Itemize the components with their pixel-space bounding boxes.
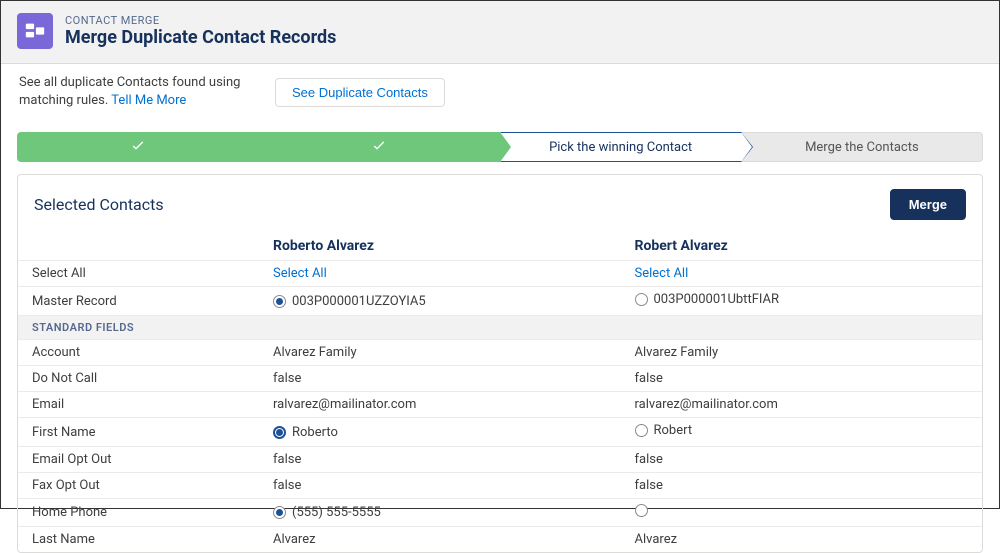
- radio-unselected-icon: [635, 504, 648, 517]
- row-fax-opt-out: Fax Opt Out false false: [18, 473, 982, 499]
- row-label: Home Phone: [18, 499, 259, 527]
- selected-contacts-panel: Selected Contacts Merge Roberto Alvarez …: [17, 174, 983, 553]
- contact-a-header: Roberto Alvarez: [259, 230, 621, 261]
- email-opt-out-b-value: false: [621, 447, 983, 473]
- master-record-a-value: 003P000001UZZOYIA5: [292, 294, 426, 309]
- row-select-all: Select All Select All Select All: [18, 261, 982, 287]
- row-label: Fax Opt Out: [18, 473, 259, 499]
- email-a-value: ralvarez@mailinator.com: [259, 392, 621, 418]
- account-a-value: Alvarez Family: [259, 340, 621, 366]
- progress-step-3-label: Pick the winning Contact: [549, 140, 692, 155]
- select-all-a-link[interactable]: Select All: [273, 266, 327, 281]
- row-label: Last Name: [18, 527, 259, 553]
- last-name-b-value: Alvarez: [621, 527, 983, 553]
- row-label: First Name: [18, 418, 259, 447]
- contact-merge-icon: [17, 13, 53, 49]
- page-title: Merge Duplicate Contact Records: [65, 27, 336, 48]
- account-b-value: Alvarez Family: [621, 340, 983, 366]
- table-header-row: Roberto Alvarez Robert Alvarez: [18, 230, 982, 261]
- row-label: Do Not Call: [18, 366, 259, 392]
- radio-unselected-icon: [635, 424, 648, 437]
- first-name-b-value: Robert: [654, 423, 693, 438]
- row-master-record: Master Record 003P000001UZZOYIA5 003P000…: [18, 287, 982, 316]
- merge-table: Roberto Alvarez Robert Alvarez Select Al…: [18, 230, 982, 552]
- row-first-name: First Name Roberto Robert: [18, 418, 982, 447]
- row-label: Email: [18, 392, 259, 418]
- row-label: Master Record: [18, 287, 259, 316]
- section-standard-fields: STANDARD FIELDS: [18, 316, 982, 340]
- home-phone-b-radio[interactable]: [635, 504, 654, 517]
- row-email: Email ralvarez@mailinator.com ralvarez@m…: [18, 392, 982, 418]
- check-icon: [130, 137, 146, 157]
- do-not-call-b-value: false: [621, 366, 983, 392]
- email-b-value: ralvarez@mailinator.com: [621, 392, 983, 418]
- progress-step-3: Pick the winning Contact: [501, 132, 742, 162]
- master-record-a-radio[interactable]: 003P000001UZZOYIA5: [273, 294, 426, 309]
- radio-selected-icon: [273, 426, 286, 439]
- tell-me-more-link[interactable]: Tell Me More: [111, 93, 186, 108]
- row-email-opt-out: Email Opt Out false false: [18, 447, 982, 473]
- email-opt-out-a-value: false: [259, 447, 621, 473]
- first-name-a-radio[interactable]: Roberto: [273, 425, 338, 440]
- row-last-name: Last Name Alvarez Alvarez: [18, 527, 982, 553]
- merge-button[interactable]: Merge: [890, 189, 966, 220]
- row-account: Account Alvarez Family Alvarez Family: [18, 340, 982, 366]
- row-label: Account: [18, 340, 259, 366]
- header-text: CONTACT MERGE Merge Duplicate Contact Re…: [65, 14, 336, 48]
- row-home-phone: Home Phone (555) 555-5555: [18, 499, 982, 527]
- select-all-b-link[interactable]: Select All: [635, 266, 689, 281]
- panel-header: Selected Contacts Merge: [18, 175, 982, 230]
- progress-step-4: Merge the Contacts: [742, 132, 983, 162]
- fax-opt-out-a-value: false: [259, 473, 621, 499]
- master-record-b-radio[interactable]: 003P000001UbttFIAR: [635, 292, 780, 307]
- panel-title: Selected Contacts: [34, 195, 164, 214]
- check-icon: [371, 137, 387, 157]
- progress-step-2: [259, 132, 500, 162]
- first-name-a-value: Roberto: [292, 425, 338, 440]
- row-label: Email Opt Out: [18, 447, 259, 473]
- progress-step-4-label: Merge the Contacts: [805, 140, 919, 155]
- radio-selected-icon: [273, 506, 286, 519]
- helper-row: See all duplicate Contacts found using m…: [1, 64, 999, 114]
- home-phone-a-value: (555) 555-5555: [292, 505, 381, 520]
- header-eyebrow: CONTACT MERGE: [65, 14, 336, 27]
- do-not-call-a-value: false: [259, 366, 621, 392]
- fax-opt-out-b-value: false: [621, 473, 983, 499]
- first-name-b-radio[interactable]: Robert: [635, 423, 693, 438]
- home-phone-a-radio[interactable]: (555) 555-5555: [273, 505, 381, 520]
- section-label: STANDARD FIELDS: [18, 316, 982, 340]
- see-duplicate-contacts-button[interactable]: See Duplicate Contacts: [275, 78, 445, 107]
- contact-b-header: Robert Alvarez: [621, 230, 983, 261]
- progress-step-1: [17, 132, 259, 162]
- radio-selected-icon: [273, 295, 286, 308]
- row-do-not-call: Do Not Call false false: [18, 366, 982, 392]
- page-header: CONTACT MERGE Merge Duplicate Contact Re…: [1, 1, 999, 64]
- last-name-a-value: Alvarez: [259, 527, 621, 553]
- row-label: Select All: [18, 261, 259, 287]
- progress-indicator: Pick the winning Contact Merge the Conta…: [17, 132, 983, 162]
- radio-unselected-icon: [635, 293, 648, 306]
- helper-text: See all duplicate Contacts found using m…: [19, 74, 269, 110]
- master-record-b-value: 003P000001UbttFIAR: [654, 292, 780, 307]
